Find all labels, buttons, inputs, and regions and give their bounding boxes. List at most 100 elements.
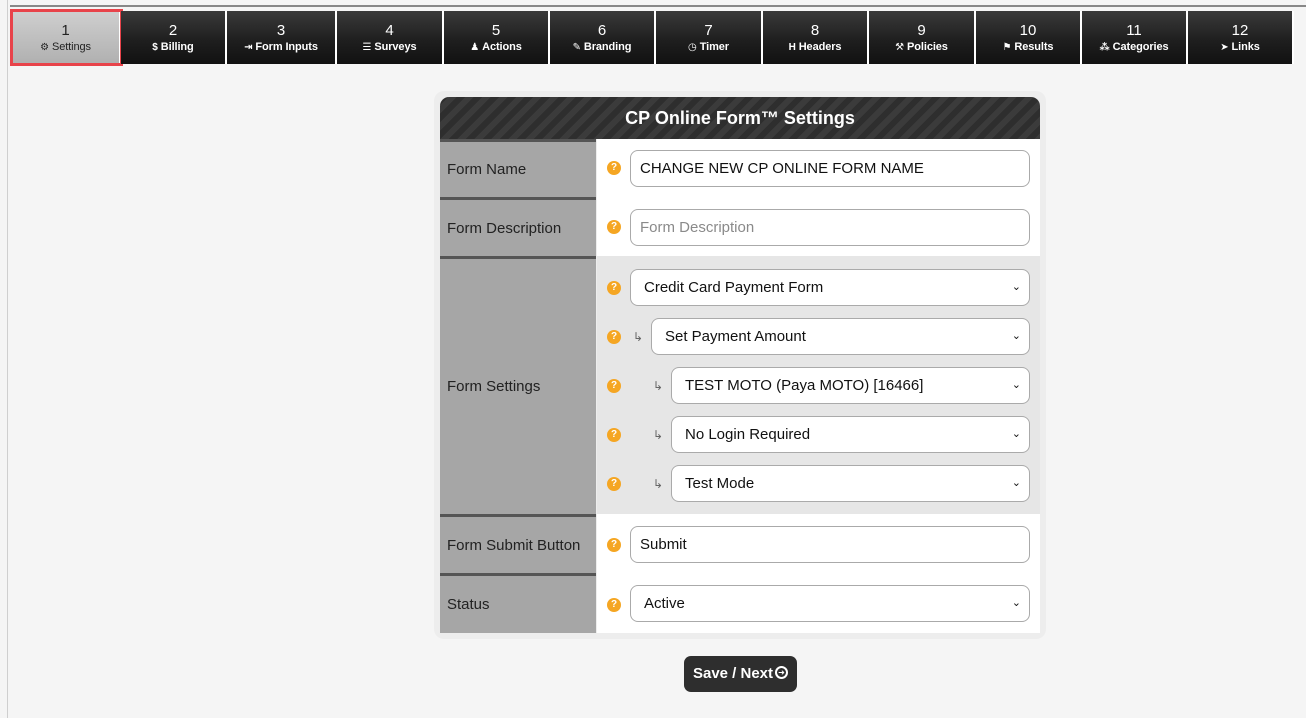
form-type-value: Credit Card Payment Form (644, 279, 824, 296)
tab-number: 5 (491, 22, 501, 39)
status-row: Status ? Active ⌄ (440, 573, 1040, 633)
list-icon: ☰ (362, 42, 372, 53)
settings-panel: CP Online Form™ Settings Form Name ? CHA… (434, 91, 1046, 639)
tab-actions[interactable]: 5 ♟ Actions (444, 11, 550, 64)
tab-number: 6 (597, 22, 607, 39)
payment-amount-value: Set Payment Amount (665, 328, 806, 345)
clock-icon: ◷ (688, 42, 697, 53)
tab-label: Form Inputs (255, 41, 318, 53)
help-icon[interactable]: ? (607, 281, 621, 295)
panel-title: CP Online Form™ Settings (440, 97, 1040, 139)
help-icon[interactable]: ? (607, 477, 621, 491)
tab-label: Headers (798, 41, 842, 53)
form-settings-row: Form Settings ? Credit Card Payment Form… (440, 256, 1040, 514)
tab-surveys[interactable]: 4 ☰ Surveys (337, 11, 444, 64)
help-icon[interactable]: ? (607, 330, 621, 344)
chevron-down-icon: ⌄ (1011, 379, 1021, 391)
tab-branding[interactable]: 6 ✎ Branding (550, 11, 656, 64)
form-description-cell: ? Form Description (597, 197, 1040, 256)
dollar-icon: $ (152, 42, 158, 53)
form-name-row: Form Name ? CHANGE NEW CP ONLINE FORM NA… (440, 139, 1040, 197)
tab-headers[interactable]: 8 H Headers (763, 11, 869, 64)
tab-label: Timer (699, 41, 729, 53)
chevron-down-icon: ⌄ (1011, 477, 1021, 489)
tab-links[interactable]: 12 ➤ Links (1188, 11, 1294, 64)
brush-icon: ✎ (572, 42, 581, 53)
mode-value: Test Mode (685, 475, 755, 492)
status-select[interactable]: Active ⌄ (630, 585, 1030, 622)
save-next-button[interactable]: Save / Next ➜ (684, 656, 797, 692)
status-cell: ? Active ⌄ (597, 573, 1040, 633)
tab-number: 2 (168, 22, 178, 39)
tab-timer[interactable]: 7 ◷ Timer (656, 11, 763, 64)
tab-categories[interactable]: 11 ⁂ Categories (1082, 11, 1188, 64)
window-left-edge (7, 0, 8, 718)
tab-policies[interactable]: 9 ⚒ Policies (869, 11, 976, 64)
help-icon[interactable]: ? (607, 161, 621, 175)
merchant-value: TEST MOTO (Paya MOTO) [16466] (685, 377, 924, 394)
tab-label: Links (1231, 41, 1260, 53)
chevron-down-icon: ⌄ (1011, 428, 1021, 440)
status-label: Status (440, 573, 596, 633)
sign-in-icon: ⇥ (244, 42, 253, 53)
status-value: Active (644, 595, 685, 612)
login-value: No Login Required (685, 426, 811, 443)
sub-arrow-icon: ↳ (653, 428, 664, 442)
form-name-label: Form Name (440, 139, 596, 197)
help-icon[interactable]: ? (607, 220, 621, 234)
tab-number: 8 (810, 22, 820, 39)
tab-label: Billing (160, 41, 194, 53)
chevron-down-icon: ⌄ (1011, 281, 1021, 293)
header-icon: H (788, 42, 796, 53)
tab-label: Surveys (374, 41, 417, 53)
top-border (10, 5, 1306, 7)
help-icon[interactable]: ? (607, 379, 621, 393)
form-name-input[interactable]: CHANGE NEW CP ONLINE FORM NAME (630, 150, 1030, 187)
gavel-icon: ⚒ (895, 42, 905, 53)
tab-label: Policies (907, 41, 948, 53)
form-name-cell: ? CHANGE NEW CP ONLINE FORM NAME (597, 139, 1040, 197)
user-icon: ♟ (470, 42, 480, 53)
pointer-icon: ➤ (1220, 42, 1229, 53)
gear-icon: ⚙ (40, 42, 49, 53)
tab-number: 7 (704, 22, 713, 39)
payment-amount-select[interactable]: Set Payment Amount ⌄ (651, 318, 1030, 355)
login-select[interactable]: No Login Required ⌄ (671, 416, 1030, 453)
tab-settings[interactable]: 1 ⚙ Settings (10, 9, 123, 66)
form-settings-cell: ? Credit Card Payment Form ⌄ ? ↳ Set Pay… (597, 256, 1040, 514)
save-next-label: Save / Next (692, 665, 774, 682)
tab-number: 11 (1126, 22, 1142, 39)
tab-label: Branding (583, 41, 632, 53)
tab-number: 10 (1019, 22, 1037, 39)
mode-select[interactable]: Test Mode ⌄ (671, 465, 1030, 502)
form-settings-label: Form Settings (440, 256, 596, 514)
form-description-row: Form Description ? Form Description (440, 197, 1040, 256)
help-icon[interactable]: ? (607, 538, 621, 552)
tab-billing[interactable]: 2 $ Billing (121, 11, 227, 64)
sub-arrow-icon: ↳ (633, 330, 644, 344)
chevron-down-icon: ⌄ (1011, 597, 1021, 609)
tab-label: Actions (482, 41, 522, 53)
help-icon[interactable]: ? (607, 428, 621, 442)
chevron-down-icon: ⌄ (1011, 330, 1021, 342)
arrow-circle-right-icon: ➜ (775, 665, 789, 679)
tab-label: Results (1014, 41, 1054, 53)
tab-form-inputs[interactable]: 3 ⇥ Form Inputs (227, 11, 337, 64)
form-submit-cell: ? Submit (597, 514, 1040, 573)
tab-results[interactable]: 10 ⚑ Results (976, 11, 1082, 64)
form-type-select[interactable]: Credit Card Payment Form ⌄ (630, 269, 1030, 306)
cubes-icon: ⁂ (1099, 42, 1110, 53)
submit-text-input[interactable]: Submit (630, 526, 1030, 563)
tab-number: 3 (276, 22, 286, 39)
form-description-input[interactable]: Form Description (630, 209, 1030, 246)
tab-label: Settings (51, 41, 91, 53)
form-submit-row: Form Submit Button ? Submit (440, 514, 1040, 573)
tab-number: 12 (1231, 22, 1249, 39)
merchant-select[interactable]: TEST MOTO (Paya MOTO) [16466] ⌄ (671, 367, 1030, 404)
form-description-label: Form Description (440, 197, 596, 256)
flag-icon: ⚑ (1002, 42, 1012, 53)
tab-label: Categories (1112, 41, 1169, 53)
tab-number: 9 (917, 22, 926, 39)
form-submit-label: Form Submit Button (440, 514, 596, 573)
help-icon[interactable]: ? (607, 598, 621, 612)
